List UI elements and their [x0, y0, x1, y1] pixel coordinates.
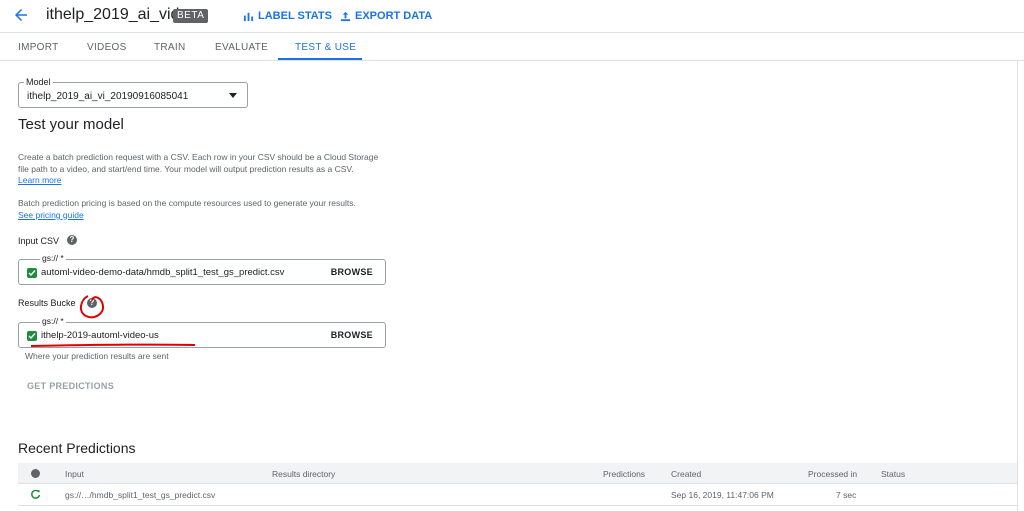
- test-description-line-2: file path to a video, and start/end time…: [18, 163, 354, 174]
- model-select-value: ithelp_2019_ai_vi_20190916085041: [27, 91, 189, 102]
- panel-divider: [1017, 61, 1018, 511]
- pricing-description: Batch prediction pricing is based on the…: [18, 198, 388, 221]
- check-icon: [27, 268, 37, 278]
- status-dot-icon: [31, 469, 40, 478]
- input-csv-prefix: gs:// *: [40, 253, 66, 263]
- refresh-icon: [31, 489, 41, 499]
- bar-chart-icon: [243, 12, 254, 21]
- learn-more-link[interactable]: Learn more: [18, 175, 61, 185]
- results-bucket-value: ithelp-2019-automl-video-us: [41, 330, 159, 341]
- results-bucket-label: Results Bucke: [18, 298, 76, 308]
- predictions-table-header: Input Results directory Predictions Crea…: [18, 463, 1017, 484]
- export-data-label: EXPORT DATA: [355, 10, 433, 22]
- tab-test-and-use[interactable]: TEST & USE: [295, 42, 356, 53]
- tab-evaluate[interactable]: EVALUATE: [215, 42, 268, 53]
- test-description: Create a batch prediction request with a…: [18, 152, 388, 187]
- row-processed-in: 7 sec: [836, 490, 857, 500]
- input-csv-browse-button[interactable]: BROWSE: [331, 267, 373, 277]
- get-predictions-button[interactable]: GET PREDICTIONS: [27, 381, 114, 391]
- export-icon: [340, 11, 351, 21]
- results-bucket-help-icon[interactable]: ?: [87, 298, 97, 308]
- results-bucket-field[interactable]: ithelp-2019-automl-video-us BROWSE: [18, 322, 386, 348]
- label-stats-button[interactable]: LABEL STATS: [243, 9, 332, 23]
- recent-predictions-title: Recent Predictions: [18, 440, 136, 456]
- model-select-label: Model: [24, 77, 53, 87]
- row-created: Sep 16, 2019, 11:47:06 PM: [671, 490, 774, 500]
- tab-train[interactable]: TRAIN: [154, 42, 186, 53]
- column-header-results-directory: Results directory: [272, 469, 336, 479]
- tab-videos[interactable]: VIDEOS: [87, 42, 127, 53]
- export-data-button[interactable]: EXPORT DATA: [340, 9, 432, 23]
- input-csv-label: Input CSV: [18, 236, 60, 246]
- red-annotation-overlay: [30, 295, 196, 347]
- column-header-predictions: Predictions: [603, 469, 646, 479]
- top-bar: ithelp_2019_ai_video BETA LABEL STATS EX…: [0, 0, 1024, 33]
- test-your-model-title: Test your model: [18, 116, 124, 133]
- input-csv-value: automl-video-demo-data/hmdb_split1_test_…: [41, 267, 285, 278]
- column-header-processed-in: Processed in: [808, 469, 858, 479]
- column-header-input: Input: [65, 469, 84, 479]
- results-bucket-hint: Where your prediction results are sent: [25, 351, 169, 361]
- beta-badge: BETA: [173, 9, 209, 23]
- column-header-status: Status: [881, 469, 906, 479]
- label-stats-label: LABEL STATS: [258, 10, 332, 22]
- test-description-line-1: Create a batch prediction request with a…: [18, 152, 379, 162]
- dropdown-arrow-icon: [229, 93, 237, 98]
- table-row[interactable]: gs://…/hmdb_split1_test_gs_predict.csv S…: [18, 484, 1017, 506]
- input-csv-field[interactable]: automl-video-demo-data/hmdb_split1_test_…: [18, 259, 386, 285]
- check-icon: [27, 331, 37, 341]
- row-input-path: gs://…/hmdb_split1_test_gs_predict.csv: [65, 490, 216, 500]
- active-tab-indicator: [278, 58, 362, 60]
- results-bucket-prefix: gs:// *: [40, 316, 66, 326]
- pricing-guide-link[interactable]: See pricing guide: [18, 210, 84, 220]
- tab-import[interactable]: IMPORT: [18, 42, 59, 53]
- tab-bar: IMPORT VIDEOS TRAIN EVALUATE TEST & USE: [0, 33, 1024, 61]
- back-arrow-icon[interactable]: [12, 6, 30, 24]
- results-bucket-browse-button[interactable]: BROWSE: [331, 330, 373, 340]
- column-header-created: Created: [671, 469, 702, 479]
- input-csv-help-icon[interactable]: ?: [67, 235, 77, 245]
- pricing-text: Batch prediction pricing is based on the…: [18, 198, 356, 208]
